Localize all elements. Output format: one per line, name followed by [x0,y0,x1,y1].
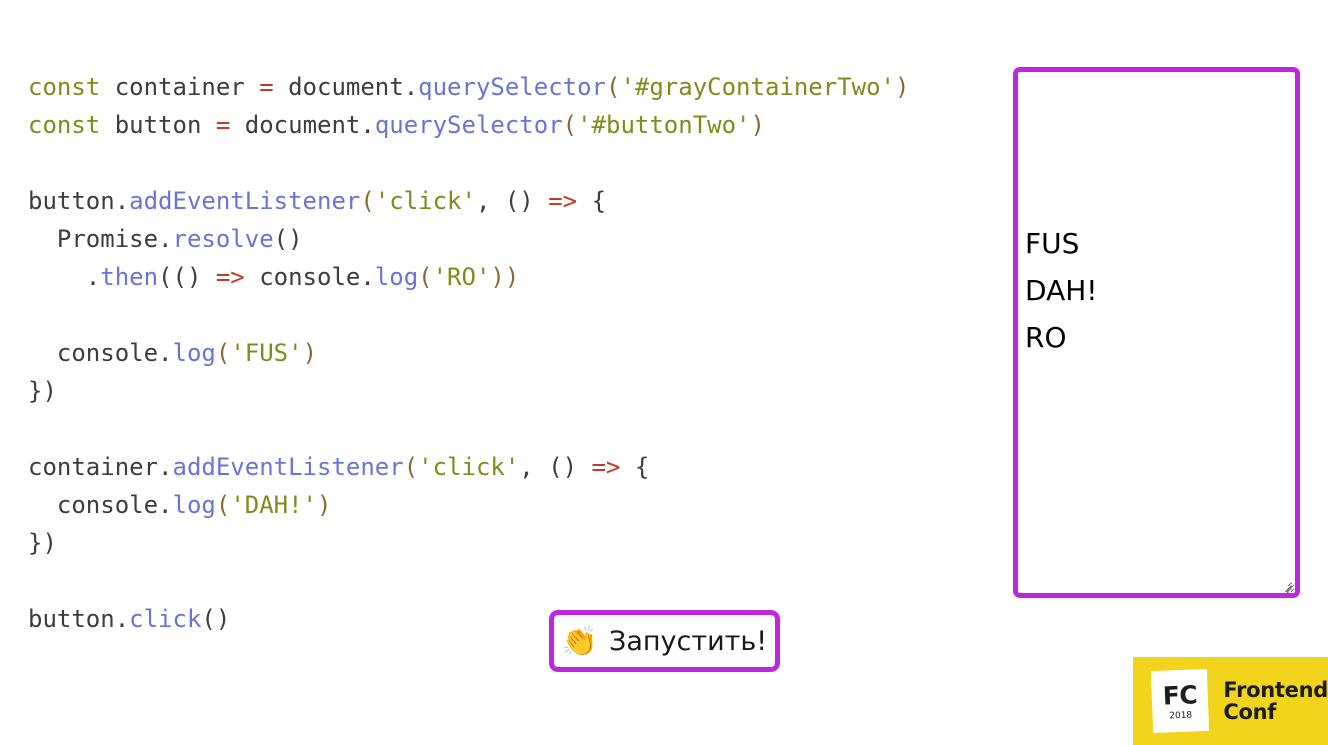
code-token: )) [490,263,520,291]
code-token: querySelector [418,73,606,101]
code-token: '#grayContainerTwo' [620,73,895,101]
code-line: console.log('DAH!') [28,486,988,524]
console-output-lines: FUS DAH! RO [1025,220,1295,361]
fc-logo-word-frontend: Frontend [1223,678,1328,702]
code-token: () [273,225,303,253]
code-line: const container = document.querySelector… [28,68,988,106]
code-token: => [215,263,260,291]
code-token: click [129,605,202,633]
fc-logo-year: 2018 [1169,710,1193,722]
fc-logo-mark: FC 2018 [1150,668,1210,734]
code-token: (() [158,263,216,291]
code-token: 'RO' [432,263,491,291]
code-line: const button = document.querySelector('#… [28,106,988,144]
code-token: { [634,453,650,481]
code-token: console. [259,263,375,291]
code-token: document. [244,111,375,139]
code-token: 'click' [374,187,476,215]
code-token: addEventListener [129,187,361,215]
console-output-line: DAH! [1025,274,1098,307]
code-token: document. [288,73,419,101]
code-line: .then(() => console.log('RO')) [28,258,988,296]
code-token: 'FUS' [230,339,303,367]
clapping-hands-icon: 👏 [561,623,599,658]
code-token: ) [317,491,332,519]
code-token: log [374,263,419,291]
code-token: , () [475,187,549,215]
code-line: button.click() [28,600,988,638]
code-token: button. [28,605,130,633]
fc-logo-word-conf: Conf [1223,700,1277,724]
code-token: 'click' [418,453,520,481]
code-token: }) [28,377,57,405]
code-token: ( [403,453,419,481]
code-token: log [172,491,216,519]
code-line: button.addEventListener('click', () => { [28,182,988,220]
code-token: console. [28,491,173,519]
code-token: console. [28,339,173,367]
code-token: container [114,73,260,101]
console-output-line: RO [1025,321,1067,354]
code-line: }) [28,524,988,562]
code-line: Promise.resolve() [28,220,988,258]
code-token: button. [28,187,130,215]
code-token: ( [360,187,375,215]
fc-logo-initials: FC [1162,680,1198,711]
code-token: ( [606,73,621,101]
code-token: button [114,111,216,139]
run-button-label: Запустить! [609,625,768,657]
code-token: = [259,73,289,101]
code-token: , () [519,453,592,481]
code-token: => [548,187,592,215]
frontend-conf-logo: FC 2018 Frontend Conf [1133,657,1328,745]
code-token: ( [215,339,231,367]
code-token: => [591,453,635,481]
code-line: }) [28,372,988,410]
code-token: resolve [172,225,274,253]
code-token: () [201,605,231,633]
code-token: ( [562,111,578,139]
code-token: addEventListener [172,453,404,481]
code-token: const [28,111,115,139]
code-token: . [28,263,101,291]
resize-grip-icon[interactable] [1276,574,1292,593]
run-button[interactable]: 👏 Запустить! [549,610,780,672]
code-token: 'DAH!' [230,491,318,519]
code-token: ) [895,73,910,101]
code-line: console.log('FUS') [28,334,988,372]
code-token: Promise. [28,225,173,253]
code-token: ( [215,491,231,519]
console-output-line: FUS [1025,227,1080,260]
code-line: container.addEventListener('click', () =… [28,448,988,486]
code-token: log [172,339,216,367]
console-output-textarea[interactable]: FUS DAH! RO [1013,67,1300,598]
code-token: container. [28,453,173,481]
code-token: '#buttonTwo' [577,111,751,139]
code-token: ( [418,263,433,291]
code-token: ) [302,339,318,367]
code-token: ) [750,111,765,139]
code-token: = [215,111,245,139]
fc-logo-wordmark: Frontend Conf [1223,679,1328,723]
code-token: }) [28,529,57,557]
code-token: const [28,73,115,101]
code-token: then [100,263,159,291]
code-token: querySelector [374,111,563,139]
code-token: { [591,187,607,215]
code-listing: const container = document.querySelector… [28,68,988,638]
